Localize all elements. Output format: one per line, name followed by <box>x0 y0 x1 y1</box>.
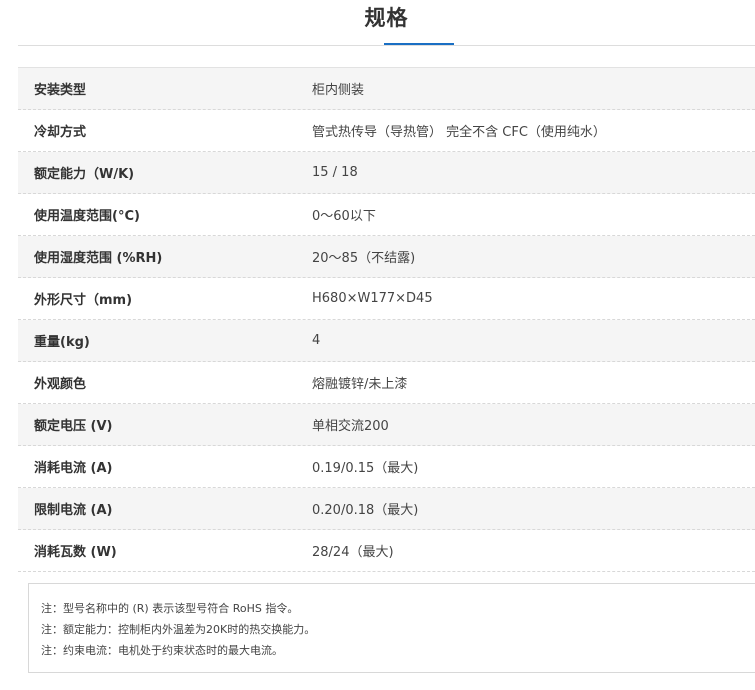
spec-value: H680×W177×D45 <box>312 291 433 306</box>
spec-row-current-consumption: 消耗电流 (A) 0.19/0.15（最大) <box>18 446 755 488</box>
spec-row-limit-current: 限制电流 (A) 0.20/0.18（最大) <box>18 488 755 530</box>
spec-label: 使用温度范围(°C) <box>34 209 140 224</box>
spec-value: 管式热传导（导热管） 完全不含 CFC（使用纯水） <box>312 125 606 140</box>
spec-value: 0.19/0.15（最大) <box>312 461 419 476</box>
spec-value: 0.20/0.18（最大) <box>312 503 419 518</box>
spec-value: 柜内侧装 <box>312 83 365 98</box>
spec-row-color: 外观颜色 熔融镀锌/未上漆 <box>18 362 755 404</box>
spec-row-rated-capacity: 额定能力（W/K) 15 / 18 <box>18 152 755 194</box>
spec-label: 冷却方式 <box>34 125 87 140</box>
spec-row-humidity-range: 使用湿度范围 (%RH) 20～85（不结露) <box>18 236 755 278</box>
notes-box: 注：型号名称中的 (R) 表示该型号符合 RoHS 指令。 注：额定能力：控制柜… <box>28 583 755 673</box>
spec-table: 安装类型 柜内侧装 冷却方式 管式热传导（导热管） 完全不含 CFC（使用纯水）… <box>18 67 755 572</box>
spec-label: 消耗电流 (A) <box>34 461 113 476</box>
spec-label: 重量(kg) <box>34 335 90 350</box>
spec-label: 额定电压 (V) <box>34 419 113 434</box>
page-title: 规格 <box>364 6 409 30</box>
spec-label: 额定能力（W/K) <box>34 167 135 182</box>
section-header: 规格 <box>18 0 755 46</box>
spec-row-power-consumption: 消耗瓦数 (W) 28/24（最大) <box>18 530 755 572</box>
spec-row-dimensions: 外形尺寸（mm) H680×W177×D45 <box>18 278 755 320</box>
spec-label: 外形尺寸（mm) <box>34 293 133 308</box>
spec-value: 28/24（最大) <box>312 545 394 560</box>
spec-label: 限制电流 (A) <box>34 503 113 518</box>
spec-page: 规格 安装类型 柜内侧装 冷却方式 管式热传导（导热管） 完全不含 CFC（使用… <box>0 0 755 690</box>
spec-value: 单相交流200 <box>312 419 389 434</box>
spec-row-cooling-method: 冷却方式 管式热传导（导热管） 完全不含 CFC（使用纯水） <box>18 110 755 152</box>
spec-label: 外观颜色 <box>34 377 87 392</box>
note-locked-current: 注：约束电流：电机处于约束状态时的最大电流。 <box>41 644 283 657</box>
spec-value: 4 <box>312 333 321 348</box>
spec-row-rated-voltage: 额定电压 (V) 单相交流200 <box>18 404 755 446</box>
spec-value: 15 / 18 <box>312 165 358 180</box>
note-rohs: 注：型号名称中的 (R) 表示该型号符合 RoHS 指令。 <box>41 602 299 615</box>
spec-row-weight: 重量(kg) 4 <box>18 320 755 362</box>
title-accent-underline <box>384 43 454 45</box>
spec-value: 0～60以下 <box>312 209 376 224</box>
note-rated-capacity: 注：额定能力：控制柜内外温差为20K时的热交换能力。 <box>41 623 316 636</box>
spec-value: 20～85（不结露) <box>312 251 416 266</box>
spec-row-install-type: 安装类型 柜内侧装 <box>18 68 755 110</box>
spec-label: 安装类型 <box>34 83 87 98</box>
spec-row-temperature-range: 使用温度范围(°C) 0～60以下 <box>18 194 755 236</box>
spec-value: 熔融镀锌/未上漆 <box>312 377 408 392</box>
spec-label: 使用湿度范围 (%RH) <box>34 251 163 266</box>
spec-label: 消耗瓦数 (W) <box>34 545 117 560</box>
